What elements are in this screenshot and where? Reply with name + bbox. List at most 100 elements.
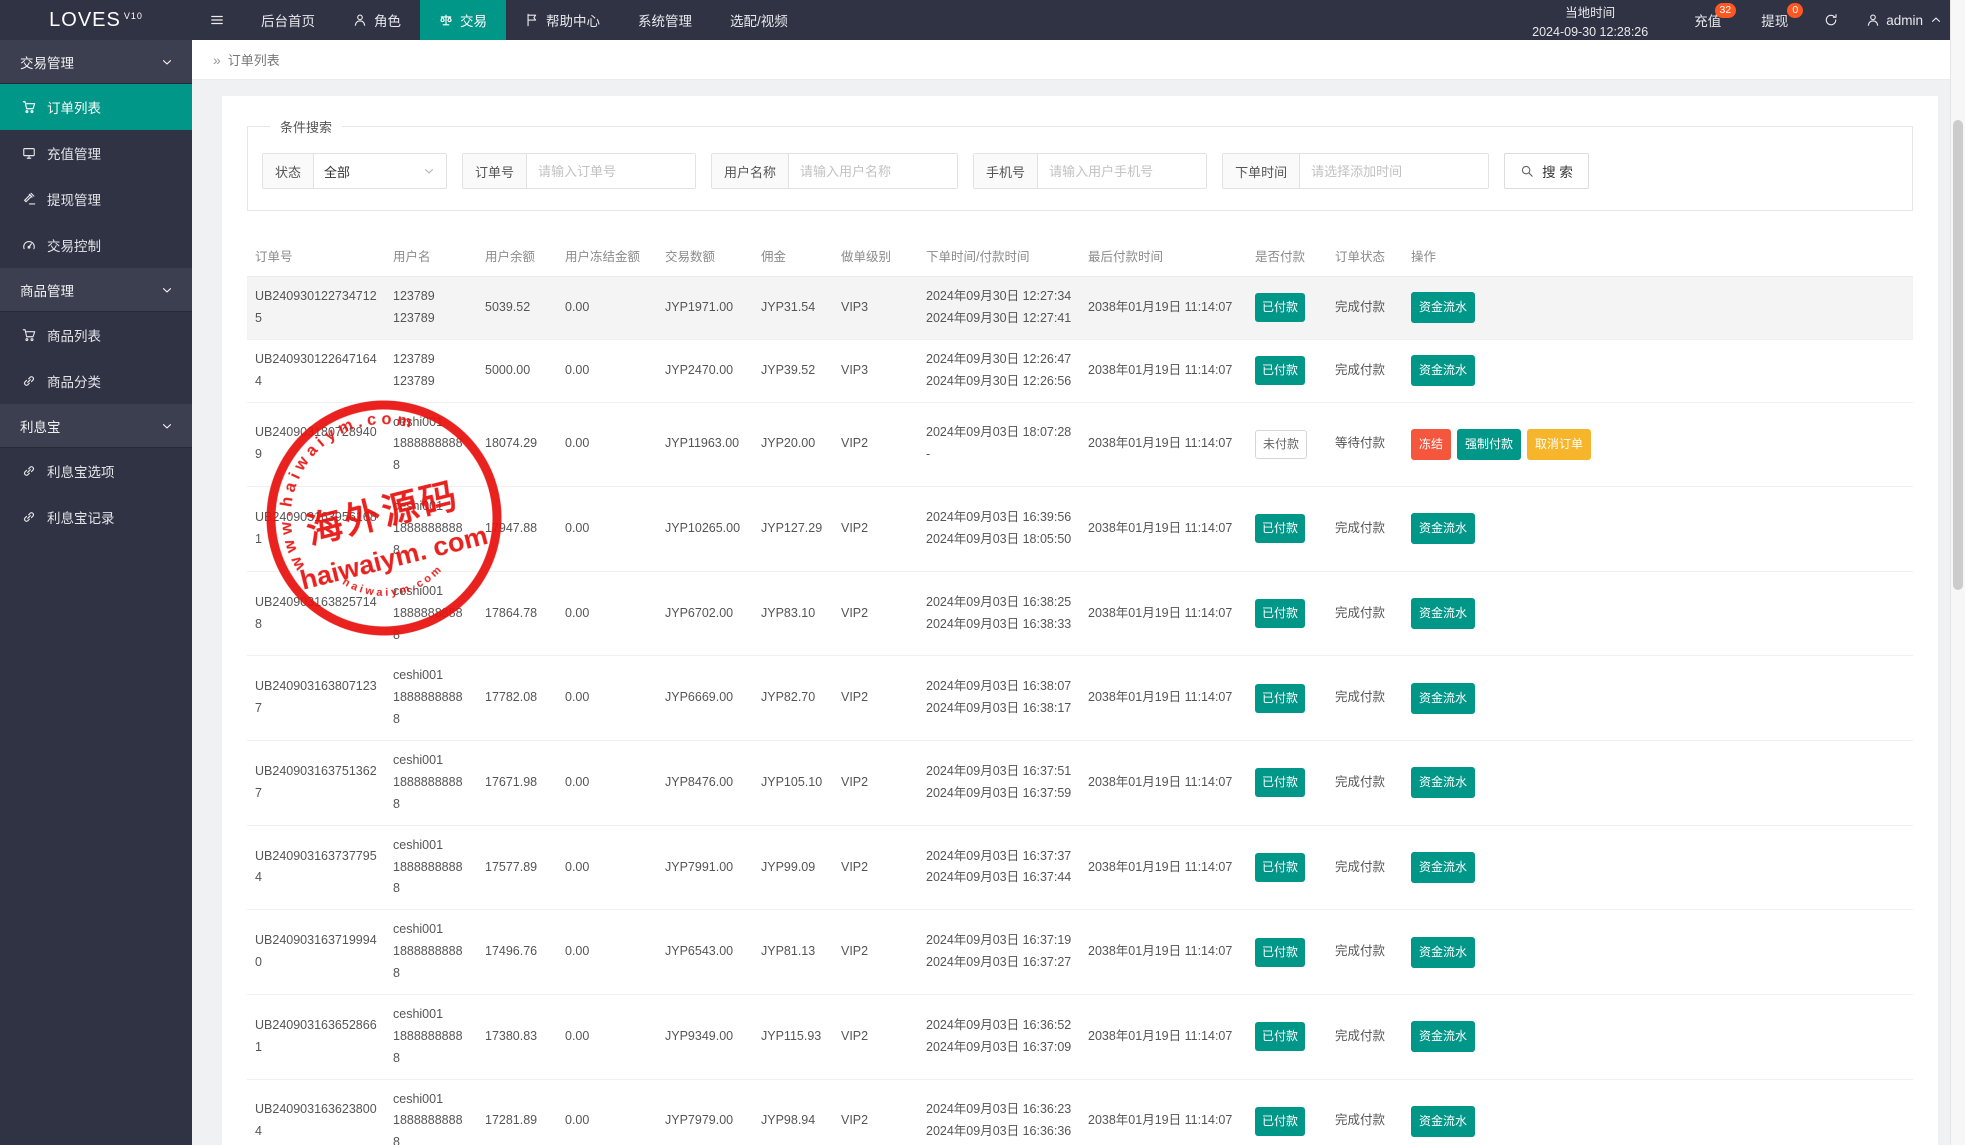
cart-icon (22, 328, 36, 342)
cell-last-pay-time: 2038年01月19日 11:14:07 (1080, 487, 1247, 572)
page-scrollbar[interactable] (1950, 0, 1965, 1145)
top-nav: 后台首页 角色交易帮助中心系统管理选配/视频 (242, 0, 807, 40)
column-header: 用户余额 (477, 235, 557, 277)
status-select[interactable]: 全部 (314, 154, 446, 188)
local-time: 当地时间 2024-09-30 12:28:26 (1506, 0, 1674, 40)
search-button[interactable]: 搜 索 (1504, 153, 1589, 189)
app-logo: LOVES V10 (0, 0, 192, 40)
sidebar-item-利息宝记录[interactable]: 利息宝记录 (0, 494, 192, 540)
cell-actions: 资金流水 (1403, 571, 1913, 656)
cell-balance: 17864.78 (477, 571, 557, 656)
cell-status: 完成付款 (1327, 1079, 1403, 1145)
sidebar-item-label: 利息宝选项 (47, 461, 115, 481)
table-row: UB2409031639561681ceshi00118888888888179… (247, 487, 1913, 572)
cell-frozen: 0.00 (557, 1079, 657, 1145)
sidebar-item-提现管理[interactable]: 提现管理 (0, 176, 192, 222)
cell-actions: 冻结强制付款取消订单 (1403, 402, 1913, 487)
action-button-资金流水[interactable]: 资金流水 (1411, 1106, 1475, 1137)
sidebar-item-利息宝选项[interactable]: 利息宝选项 (0, 448, 192, 494)
phone-input[interactable] (1038, 154, 1206, 188)
sidebar-item-商品列表[interactable]: 商品列表 (0, 312, 192, 358)
sidebar-item-label: 利息宝记录 (47, 507, 115, 527)
withdraw-link[interactable]: 提现 0 (1741, 0, 1808, 40)
chevron-down-icon (160, 419, 174, 433)
sidebar-item-商品分类[interactable]: 商品分类 (0, 358, 192, 404)
refresh-button[interactable] (1808, 0, 1854, 40)
action-button-资金流水[interactable]: 资金流水 (1411, 355, 1475, 386)
sidebar-item-交易控制[interactable]: 交易控制 (0, 222, 192, 268)
cell-level: VIP2 (833, 487, 918, 572)
cell-last-pay-time: 2038年01月19日 11:14:07 (1080, 741, 1247, 826)
status-filter-group: 状态 全部 (262, 153, 447, 189)
cell-amount: JYP6669.00 (657, 656, 753, 741)
cell-balance: 17577.89 (477, 825, 557, 910)
action-button-资金流水[interactable]: 资金流水 (1411, 598, 1475, 629)
status-select-value: 全部 (324, 162, 350, 181)
cell-paid: 已付款 (1247, 1079, 1327, 1145)
table-row: UB2409031637199940ceshi00118888888888174… (247, 910, 1913, 995)
admin-menu[interactable]: admin (1854, 0, 1965, 40)
order-no-input[interactable] (527, 154, 695, 188)
sidebar-item-label: 商品列表 (47, 325, 101, 345)
nav-item-帮助中心[interactable]: 帮助中心 (506, 0, 619, 40)
recharge-link[interactable]: 充值 32 (1674, 0, 1741, 40)
nav-item-交易[interactable]: 交易 (420, 0, 506, 40)
breadcrumb-title: 订单列表 (228, 50, 280, 69)
cell-status: 完成付款 (1327, 487, 1403, 572)
action-button-取消订单[interactable]: 取消订单 (1527, 429, 1591, 460)
action-button-资金流水[interactable]: 资金流水 (1411, 852, 1475, 883)
paid-badge: 已付款 (1255, 1107, 1305, 1136)
breadcrumb: » 订单列表 (192, 40, 1965, 80)
sidebar-item-label: 订单列表 (47, 97, 101, 117)
nav-item-系统管理[interactable]: 系统管理 (619, 0, 711, 40)
cell-username: ceshi00118888888888 (385, 825, 477, 910)
withdraw-label: 提现 (1761, 10, 1788, 30)
action-button-资金流水[interactable]: 资金流水 (1411, 292, 1475, 323)
content: 条件搜索 状态 全部 订单号 用户名称 (192, 80, 1965, 1145)
cell-order-no: UB2409031807289409 (247, 402, 385, 487)
table-row: UB2409031638257148ceshi00118888888888178… (247, 571, 1913, 656)
action-button-资金流水[interactable]: 资金流水 (1411, 937, 1475, 968)
action-button-资金流水[interactable]: 资金流水 (1411, 513, 1475, 544)
action-button-冻结[interactable]: 冻结 (1411, 429, 1451, 460)
action-button-资金流水[interactable]: 资金流水 (1411, 1021, 1475, 1052)
column-header: 订单状态 (1327, 235, 1403, 277)
cell-level: VIP3 (833, 339, 918, 402)
scrollbar-thumb[interactable] (1953, 120, 1963, 590)
cell-level: VIP2 (833, 402, 918, 487)
cell-last-pay-time: 2038年01月19日 11:14:07 (1080, 339, 1247, 402)
cell-actions: 资金流水 (1403, 277, 1913, 340)
cart-icon (22, 100, 36, 114)
cell-username: 123789123789 (385, 277, 477, 340)
nav-item-label: 角色 (374, 10, 401, 30)
nav-item-选配/视频[interactable]: 选配/视频 (711, 0, 807, 40)
nav-item-label: 选配/视频 (730, 10, 788, 30)
sidebar-item-label: 充值管理 (47, 143, 101, 163)
cell-order-time: 2024年09月03日 16:38:252024年09月03日 16:38:33 (918, 571, 1080, 656)
cell-status: 完成付款 (1327, 656, 1403, 741)
order-time-input[interactable] (1300, 154, 1488, 188)
cell-status: 完成付款 (1327, 825, 1403, 910)
nav-item-角色[interactable]: 角色 (334, 0, 420, 40)
logo-version: V10 (124, 11, 143, 21)
action-button-强制付款[interactable]: 强制付款 (1457, 429, 1521, 460)
cell-order-no: UB2409031636528661 (247, 994, 385, 1079)
gavel-icon (22, 192, 36, 206)
cell-level: VIP2 (833, 656, 918, 741)
nav-item-后台首页[interactable]: 后台首页 (242, 0, 334, 40)
action-button-资金流水[interactable]: 资金流水 (1411, 767, 1475, 798)
status-label: 状态 (263, 154, 314, 188)
main-area: » 订单列表 条件搜索 状态 全部 订单号 (192, 40, 1965, 1145)
sidebar-item-充值管理[interactable]: 充值管理 (0, 130, 192, 176)
sidebar-group-商品管理[interactable]: 商品管理 (0, 268, 192, 312)
cell-order-time: 2024年09月03日 16:39:562024年09月03日 18:05:50 (918, 487, 1080, 572)
sidebar-group-交易管理[interactable]: 交易管理 (0, 40, 192, 84)
action-button-资金流水[interactable]: 资金流水 (1411, 683, 1475, 714)
username-input[interactable] (789, 154, 957, 188)
cell-order-no: UB2409031638071237 (247, 656, 385, 741)
sidebar-group-利息宝[interactable]: 利息宝 (0, 404, 192, 448)
sidebar-item-订单列表[interactable]: 订单列表 (0, 84, 192, 130)
admin-name: admin (1886, 13, 1923, 28)
column-header: 操作 (1403, 235, 1913, 277)
hamburger-icon[interactable] (192, 0, 242, 40)
